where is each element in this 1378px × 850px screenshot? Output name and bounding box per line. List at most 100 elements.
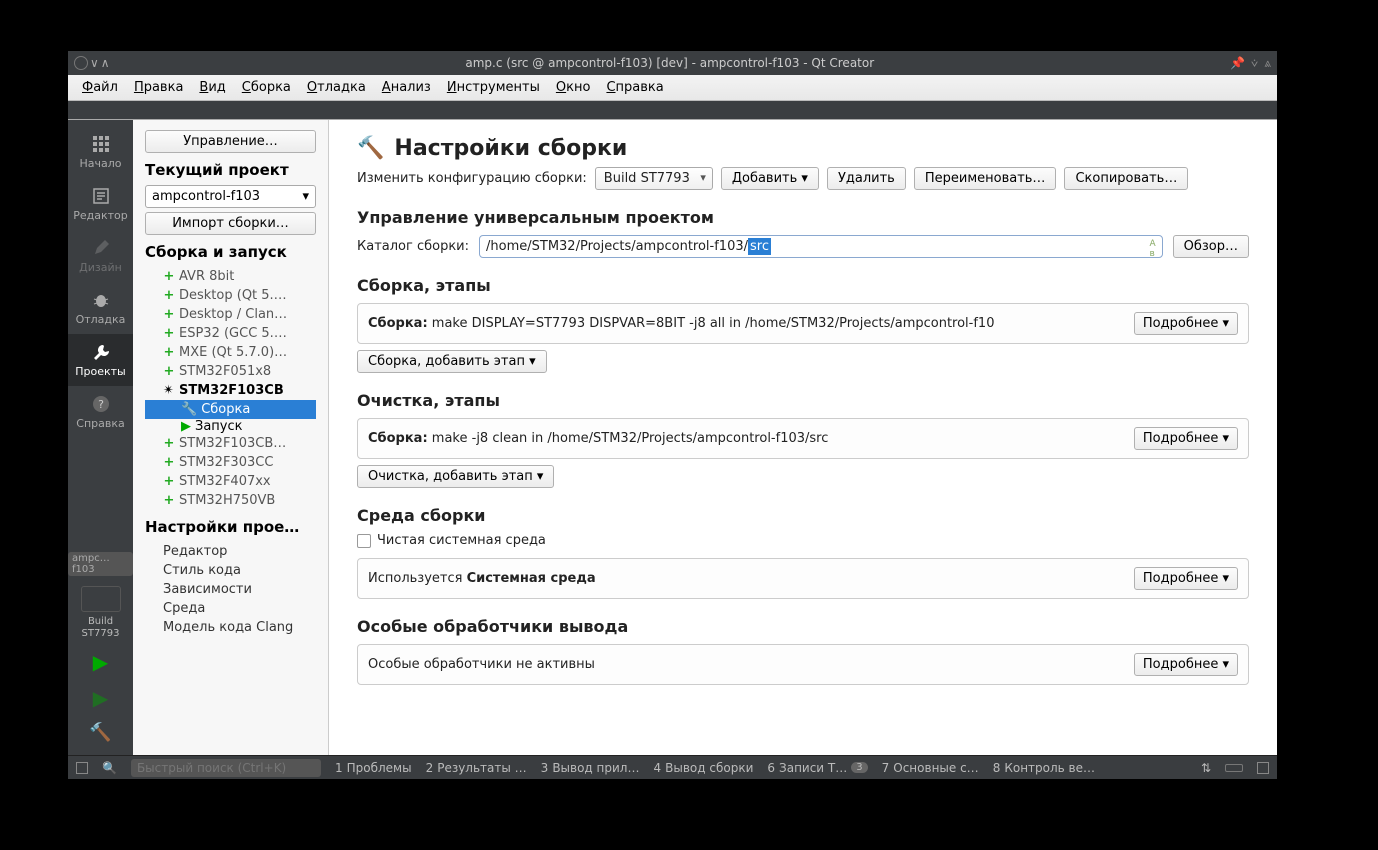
kit-item[interactable]: +STM32F407xx <box>145 472 316 491</box>
import-build-button[interactable]: Импорт сборки… <box>145 212 316 235</box>
output-tab-tests[interactable]: 6 Записи Т… 3 <box>767 761 867 775</box>
right-pane-toggle[interactable] <box>1257 762 1269 774</box>
mode-design[interactable]: Дизайн <box>68 230 133 282</box>
kit-item-active[interactable]: ✴STM32F103CB <box>145 381 316 400</box>
shade-icon[interactable]: ⩒ <box>1251 56 1258 71</box>
minimize-window-button[interactable]: ∨ <box>90 56 99 70</box>
env-row: Используется Системная среда Подробнее ▾ <box>357 558 1249 599</box>
bug-icon <box>91 290 111 310</box>
mode-projects[interactable]: Проекты <box>68 334 133 386</box>
menu-build[interactable]: Сборка <box>234 78 299 97</box>
run-button[interactable]: ▶ <box>93 650 108 674</box>
clean-env-checkbox[interactable] <box>357 534 371 548</box>
close-window-button[interactable] <box>74 56 88 70</box>
plus-icon: + <box>163 269 175 284</box>
parsers-title: Особые обработчики вывода <box>357 617 1249 636</box>
kit-item[interactable]: +STM32F051x8 <box>145 362 316 381</box>
output-tab-issues[interactable]: 1 Проблемы <box>335 761 412 775</box>
wrench-icon: 🔧 <box>181 402 197 417</box>
menu-help[interactable]: Справка <box>598 78 671 97</box>
build-kit-label: Build ST7793 <box>82 616 120 640</box>
env-details-button[interactable]: Подробнее ▾ <box>1134 567 1238 590</box>
kit-item[interactable]: +STM32F103CB… <box>145 434 316 453</box>
content-area: 🔨 Настройки сборки Изменить конфигурацию… <box>329 120 1277 755</box>
build-dir-label: Каталог сборки: <box>357 239 469 254</box>
copy-config-button[interactable]: Скопировать… <box>1064 167 1188 190</box>
mode-editor[interactable]: Редактор <box>68 178 133 230</box>
setting-env[interactable]: Среда <box>145 599 316 618</box>
add-clean-step-button[interactable]: Очистка, добавить этап ▾ <box>357 465 554 488</box>
project-selector[interactable]: ampcontrol-f103 ▾ <box>145 185 316 208</box>
build-run-title: Сборка и запуск <box>145 243 316 261</box>
setting-clangmodel[interactable]: Модель кода Clang <box>145 618 316 637</box>
maximize-window-button[interactable]: ∧ <box>101 56 110 70</box>
titlebar: ∨ ∧ amp.c (src @ ampcontrol-f103) [dev] … <box>68 51 1277 75</box>
add-config-button[interactable]: Добавить ▾ <box>721 167 819 190</box>
kit-run-subitem[interactable]: ▶Запуск <box>145 419 316 434</box>
chevron-down-icon: ▾ <box>302 189 309 204</box>
kit-item[interactable]: +AVR 8bit <box>145 267 316 286</box>
kit-item[interactable]: +STM32F303CC <box>145 453 316 472</box>
parsers-details-button[interactable]: Подробнее ▾ <box>1134 653 1238 676</box>
output-tab-app[interactable]: 3 Вывод прил… <box>541 761 640 775</box>
play-icon: ▶ <box>181 419 191 434</box>
kit-item[interactable]: +MXE (Qt 5.7.0)… <box>145 343 316 362</box>
gear-icon: ✴ <box>163 383 175 398</box>
clean-step-details-button[interactable]: Подробнее ▾ <box>1134 427 1238 450</box>
pin-icon[interactable]: 📌 <box>1230 56 1245 71</box>
build-config-selector[interactable]: Build ST7793 <box>595 167 713 190</box>
menu-edit[interactable]: Правка <box>126 78 191 97</box>
build-hammer-icon[interactable]: 🔨 <box>89 722 111 743</box>
mode-debug[interactable]: Отладка <box>68 282 133 334</box>
menu-analyze[interactable]: Анализ <box>374 78 439 97</box>
output-pane-toggle[interactable] <box>76 762 88 774</box>
project-sidebar: Управление… Текущий проект ampcontrol-f1… <box>133 120 329 755</box>
parsers-row: Особые обработчики не активны Подробнее … <box>357 644 1249 685</box>
kit-item[interactable]: +Desktop (Qt 5.… <box>145 286 316 305</box>
plus-icon: + <box>163 307 175 322</box>
menu-view[interactable]: Вид <box>191 78 233 97</box>
plus-icon: + <box>163 455 175 470</box>
project-settings-list: Редактор Стиль кода Зависимости Среда Мо… <box>145 542 316 637</box>
sort-icon[interactable]: ⇅ <box>1201 761 1211 775</box>
plus-icon: + <box>163 493 175 508</box>
pencil-icon <box>91 238 111 258</box>
hammer-icon: 🔨 <box>357 136 384 161</box>
plus-icon: + <box>163 288 175 303</box>
output-tab-build[interactable]: 4 Вывод сборки <box>653 761 753 775</box>
search-icon: 🔍 <box>102 761 117 775</box>
add-build-step-button[interactable]: Сборка, добавить этап ▾ <box>357 350 547 373</box>
delete-config-button[interactable]: Удалить <box>827 167 906 190</box>
chip-icon[interactable] <box>81 586 121 612</box>
menu-window[interactable]: Окно <box>548 78 599 97</box>
quick-search-input[interactable] <box>131 759 321 777</box>
build-dir-input[interactable]: /home/STM32/Projects/ampcontrol-f103/src… <box>479 235 1163 258</box>
menu-tools[interactable]: Инструменты <box>439 78 548 97</box>
run-debug-button[interactable]: ▶ <box>93 686 108 710</box>
build-step-details-button[interactable]: Подробнее ▾ <box>1134 312 1238 335</box>
kit-build-subitem[interactable]: 🔧Сборка <box>145 400 316 419</box>
setting-deps[interactable]: Зависимости <box>145 580 316 599</box>
output-tab-general[interactable]: 7 Основные с… <box>882 761 979 775</box>
project-short-label: ampc…f103 <box>68 552 133 576</box>
manage-button[interactable]: Управление… <box>145 130 316 153</box>
mode-welcome[interactable]: Начало <box>68 126 133 178</box>
kit-item[interactable]: +ESP32 (GCC 5.… <box>145 324 316 343</box>
menu-file[interactable]: Файл <box>74 78 126 97</box>
output-tab-vcs[interactable]: 8 Контроль ве… <box>993 761 1095 775</box>
build-steps-title: Сборка, этапы <box>357 276 1249 295</box>
rename-config-button[interactable]: Переименовать… <box>914 167 1057 190</box>
setting-codestyle[interactable]: Стиль кода <box>145 561 316 580</box>
kit-item[interactable]: +STM32H750VB <box>145 491 316 510</box>
up-icon[interactable]: ⩓ <box>1264 56 1271 71</box>
build-config-label: Изменить конфигурацию сборки: <box>357 171 587 186</box>
output-tab-search[interactable]: 2 Результаты … <box>426 761 527 775</box>
browse-button[interactable]: Обзор… <box>1173 235 1249 258</box>
setting-editor[interactable]: Редактор <box>145 542 316 561</box>
plus-icon: + <box>163 364 175 379</box>
plus-icon: + <box>163 436 175 451</box>
progress-bar-icon[interactable] <box>1225 764 1243 772</box>
mode-help[interactable]: ? Справка <box>68 386 133 438</box>
menu-debug[interactable]: Отладка <box>299 78 374 97</box>
kit-item[interactable]: +Desktop / Clan… <box>145 305 316 324</box>
